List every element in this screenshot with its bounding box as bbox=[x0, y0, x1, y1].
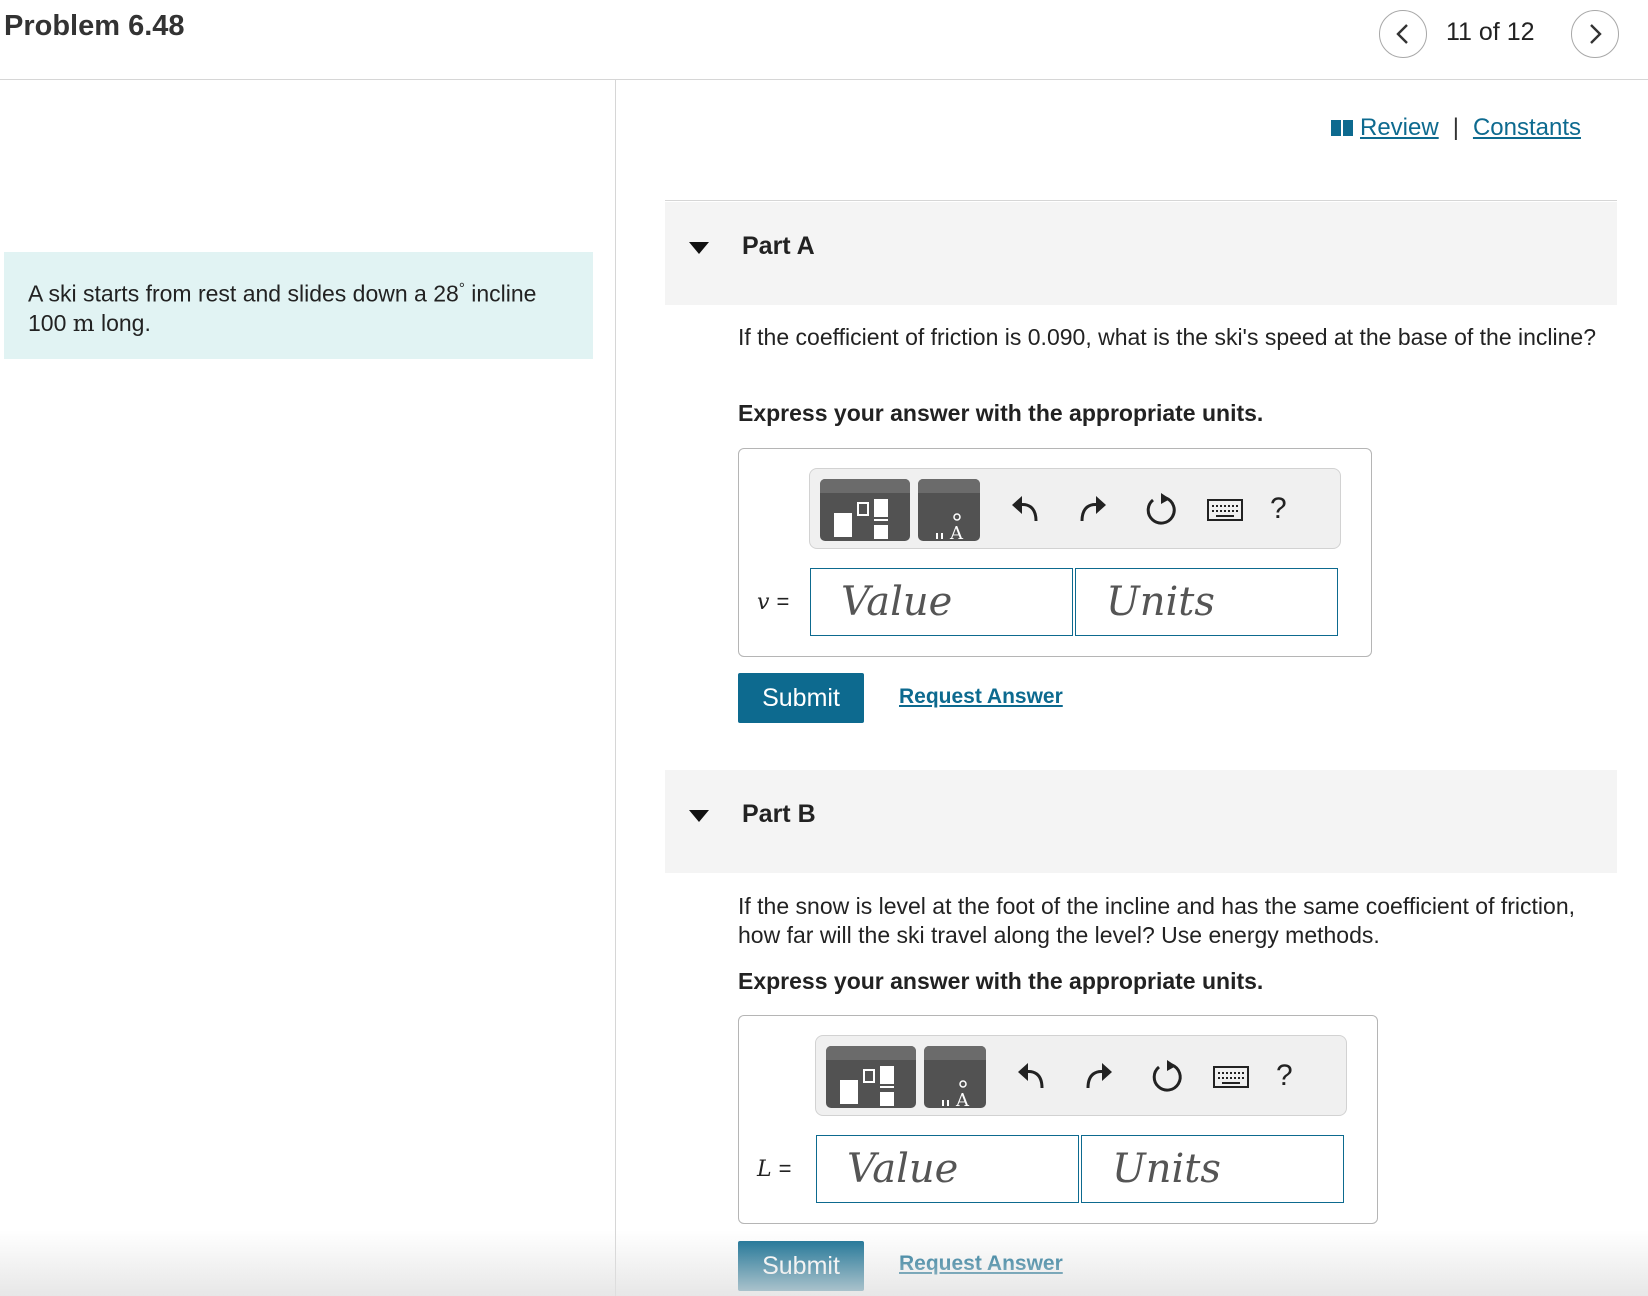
undo-icon[interactable] bbox=[1010, 491, 1040, 527]
fraction-template-icon bbox=[834, 499, 888, 539]
equals-sign: = bbox=[778, 1156, 792, 1181]
value-input[interactable]: Value bbox=[810, 568, 1073, 636]
fraction-template-icon bbox=[840, 1066, 894, 1106]
part-b-label: Part B bbox=[742, 800, 816, 828]
book-icon bbox=[1331, 120, 1353, 136]
math-toolbar: A ? bbox=[809, 468, 1341, 549]
svg-text:A: A bbox=[955, 1090, 970, 1108]
part-a-label: Part A bbox=[742, 232, 815, 260]
links-separator: | bbox=[1452, 114, 1459, 141]
variable-symbol: L bbox=[757, 1157, 772, 1182]
templates-button[interactable] bbox=[820, 479, 910, 541]
reset-icon[interactable] bbox=[1150, 1058, 1184, 1094]
value-input[interactable]: Value bbox=[816, 1135, 1079, 1203]
review-link[interactable]: Review bbox=[1360, 114, 1439, 142]
help-icon[interactable]: ? bbox=[1270, 491, 1287, 527]
redo-icon[interactable] bbox=[1084, 1058, 1114, 1094]
part-b-header[interactable]: Part B bbox=[665, 770, 1617, 873]
problem-counter: 11 of 12 bbox=[1446, 18, 1535, 46]
intro-text-before: A ski starts from rest and slides down a… bbox=[28, 280, 459, 307]
svg-text:A: A bbox=[949, 523, 964, 541]
part-a-instruction: Express your answer with the appropriate… bbox=[738, 400, 1264, 426]
next-problem-button[interactable] bbox=[1571, 10, 1619, 58]
variable-label: L = bbox=[757, 1156, 791, 1182]
symbols-button[interactable]: A bbox=[918, 479, 980, 541]
problem-statement: A ski starts from rest and slides down a… bbox=[4, 252, 593, 359]
math-toolbar: A ? bbox=[815, 1035, 1347, 1116]
part-b-question: If the snow is level at the foot of the … bbox=[738, 893, 1575, 948]
part-b-request-answer-link[interactable]: Request Answer bbox=[899, 1252, 1063, 1276]
angstrom-icon: A bbox=[936, 513, 964, 541]
equals-sign: = bbox=[776, 589, 790, 614]
length-value: 100 bbox=[28, 309, 73, 336]
reset-icon[interactable] bbox=[1144, 491, 1178, 527]
variable-symbol: v bbox=[757, 590, 770, 615]
chevron-right-icon bbox=[1590, 24, 1602, 44]
part-b-submit-button[interactable]: Submit bbox=[738, 1241, 864, 1291]
part-a-request-answer-link[interactable]: Request Answer bbox=[899, 685, 1063, 709]
intro-text-end: long. bbox=[94, 309, 151, 336]
keyboard-icon[interactable] bbox=[1212, 1058, 1250, 1094]
part-a-question: If the coefficient of friction is 0.090,… bbox=[738, 324, 1597, 350]
variable-label: v = bbox=[757, 589, 789, 615]
part-b-instruction: Express your answer with the appropriate… bbox=[738, 968, 1264, 994]
column-divider bbox=[615, 80, 616, 1296]
problem-title: Problem 6.48 bbox=[4, 10, 185, 42]
part-a-header[interactable]: Part A bbox=[665, 202, 1617, 305]
length-unit: m bbox=[72, 310, 95, 337]
top-bar: Problem 6.48 11 of 12 bbox=[0, 0, 1648, 80]
undo-icon[interactable] bbox=[1016, 1058, 1046, 1094]
redo-icon[interactable] bbox=[1078, 491, 1108, 527]
collapse-triangle-icon bbox=[689, 810, 709, 822]
units-input[interactable]: Units bbox=[1081, 1135, 1344, 1203]
part-b-answer-box: A ? L = Value Units bbox=[738, 1015, 1378, 1224]
constants-link[interactable]: Constants bbox=[1473, 114, 1581, 142]
units-input[interactable]: Units bbox=[1075, 568, 1338, 636]
help-icon[interactable]: ? bbox=[1276, 1058, 1293, 1094]
angstrom-icon: A bbox=[942, 1080, 970, 1108]
symbols-button[interactable]: A bbox=[924, 1046, 986, 1108]
part-divider bbox=[665, 200, 1617, 201]
resource-links: Review | Constants bbox=[1330, 114, 1581, 142]
intro-text-middle: incline bbox=[464, 280, 537, 307]
prev-problem-button[interactable] bbox=[1379, 10, 1427, 58]
part-a-answer-box: A ? v = Value Units bbox=[738, 448, 1372, 657]
templates-button[interactable] bbox=[826, 1046, 916, 1108]
collapse-triangle-icon bbox=[689, 242, 709, 254]
chevron-left-icon bbox=[1396, 24, 1408, 44]
keyboard-icon[interactable] bbox=[1206, 491, 1244, 527]
part-a-submit-button[interactable]: Submit bbox=[738, 673, 864, 723]
